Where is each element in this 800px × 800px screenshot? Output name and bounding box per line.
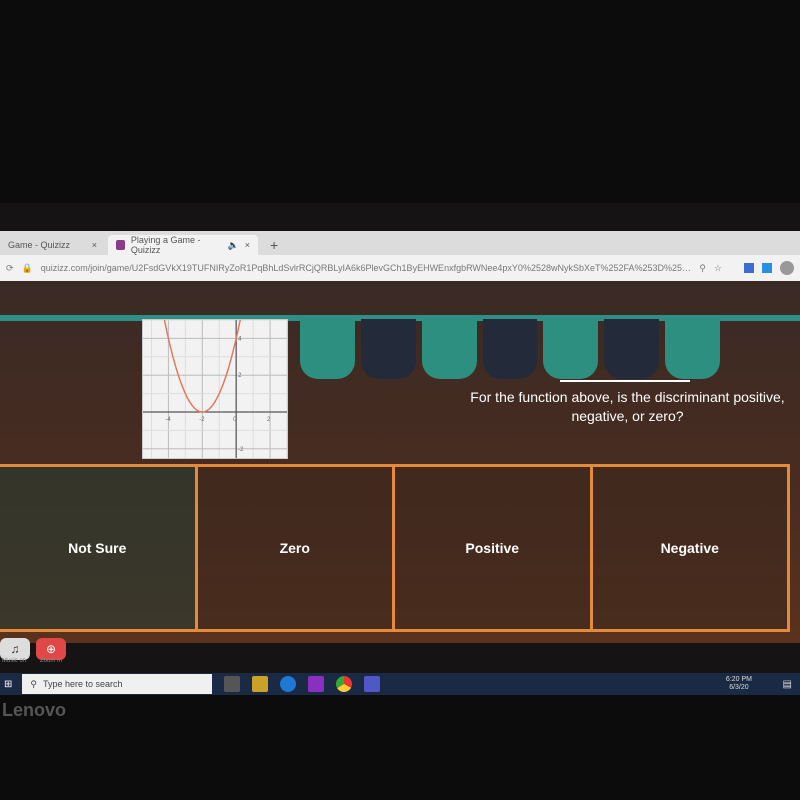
search-placeholder: Type here to search — [42, 679, 123, 689]
chrome-icon[interactable] — [336, 676, 353, 692]
option-negative[interactable]: Negative — [592, 467, 790, 629]
zoom-icon[interactable]: ⚲ — [699, 263, 706, 274]
tab-playing-game[interactable]: Playing a Game - Quizizz 🔈 × — [108, 235, 258, 255]
x-tick-label: -4 — [165, 417, 171, 423]
taskbar-clock[interactable]: 6:20 PM 6/3/20 — [726, 676, 752, 692]
option-positive[interactable]: Positive — [395, 467, 593, 629]
option-label: Negative — [660, 540, 719, 556]
y-tick-label: -2 — [238, 447, 244, 453]
function-graph: -4 -2 0 2 4 2 -2 — [142, 287, 288, 459]
x-tick-label: -2 — [199, 417, 205, 423]
question-text-container: For the function above, is the discrimin… — [460, 376, 795, 426]
lock-icon: 🔒 — [21, 262, 33, 273]
clock-date: 6/3/20 — [729, 684, 749, 691]
music-label: Music on — [2, 658, 27, 664]
reload-icon[interactable]: ⟳ — [6, 263, 14, 274]
game-area: -4 -2 0 2 4 2 -2 For the function above, is th… — [0, 281, 800, 643]
option-not-sure[interactable]: Not Sure — [0, 467, 198, 629]
search-icon: ⚲ — [30, 678, 37, 689]
extension-icon[interactable] — [744, 263, 754, 273]
windows-extension-icon[interactable] — [762, 263, 772, 273]
taskbar: ⊞ ⚲ Type here to search 6:20 PM 6/3/20 ▤ — [0, 673, 800, 695]
tab-label: Playing a Game - Quizizz — [130, 235, 201, 255]
app-icon[interactable] — [252, 676, 269, 692]
option-label: Zero — [279, 540, 310, 556]
teams-icon[interactable] — [364, 676, 381, 692]
y-tick-label: 2 — [238, 373, 242, 379]
question-text: For the function above, is the discrimin… — [470, 389, 785, 424]
option-label: Positive — [465, 540, 520, 556]
answer-options: Not Sure Zero Positive Negative — [0, 464, 790, 632]
tab-game-quizizz[interactable]: Game - Quizizz × — [0, 235, 105, 255]
close-tab-icon[interactable]: × — [92, 240, 97, 250]
onenote-icon[interactable] — [308, 676, 325, 692]
address-bar: ⟳ 🔒 quizizz.com/join/game/U2FsdGVkX19TUF… — [0, 255, 800, 281]
option-zero[interactable]: Zero — [197, 467, 395, 629]
tab-label: Game - Quizizz — [8, 240, 71, 250]
star-icon[interactable]: ☆ — [714, 263, 722, 274]
quizizz-favicon-icon — [116, 240, 125, 250]
zoom-in-button[interactable]: ⊕ — [36, 638, 66, 660]
url-input[interactable]: quizizz.com/join/game/U2FsdGVkX19TUFNIRy… — [41, 263, 692, 273]
taskbar-search-input[interactable]: ⚲ Type here to search — [22, 674, 213, 694]
graph-svg: -4 -2 0 242-2 — [143, 287, 288, 458]
zoom-label: Zoom In — [40, 658, 63, 664]
task-view-icon[interactable] — [224, 676, 241, 692]
awning-decoration — [300, 319, 721, 379]
laptop-screen: Game - Quizizz × Playing a Game - Quiziz… — [0, 203, 800, 695]
new-tab-button[interactable]: + — [262, 235, 286, 255]
notification-icon[interactable]: ▤ — [783, 679, 792, 690]
windows-start-icon[interactable]: ⊞ — [4, 679, 12, 690]
clock-time: 6:20 PM — [725, 676, 752, 683]
profile-avatar[interactable] — [780, 261, 794, 275]
close-tab-icon[interactable]: × — [245, 240, 250, 250]
option-label: Not Sure — [68, 540, 127, 556]
edge-icon[interactable] — [280, 676, 297, 692]
answer-blank — [560, 376, 690, 382]
music-toggle-button[interactable]: ♫ — [0, 638, 30, 660]
tab-bar: Game - Quizizz × Playing a Game - Quiziz… — [0, 231, 800, 255]
audio-icon[interactable]: 🔈 — [228, 240, 239, 251]
y-tick-label: 4 — [238, 336, 242, 342]
lenovo-logo: Lenovo — [2, 700, 67, 720]
